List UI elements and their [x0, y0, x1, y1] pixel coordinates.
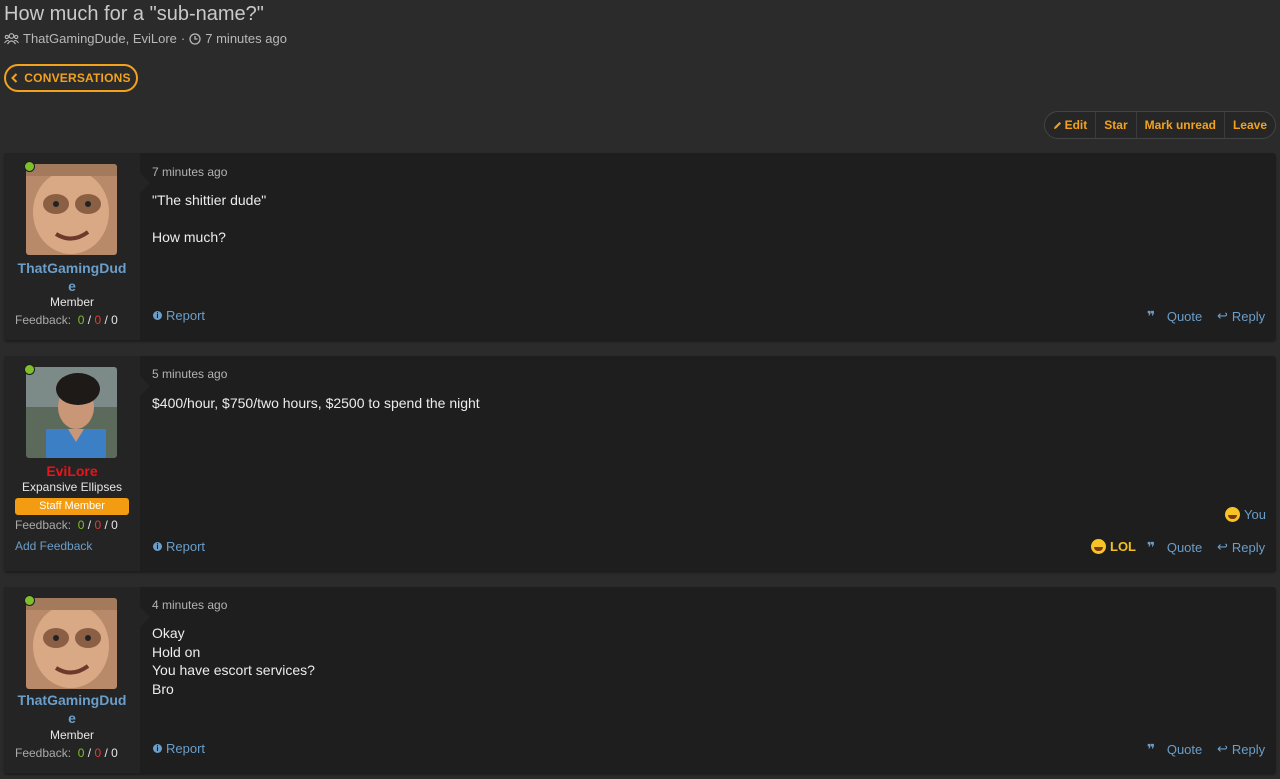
user-feedback: Feedback: 0 / 0 / 0 [15, 746, 118, 760]
users-icon [4, 32, 19, 44]
laugh-emoji-icon [1225, 507, 1240, 522]
info-icon: i [153, 744, 162, 753]
reactions-summary[interactable]: You [1225, 507, 1266, 522]
message-post: EviLore Expansive Ellipses Staff Member … [4, 356, 1276, 571]
message-line: Hold on [152, 644, 201, 660]
message-time[interactable]: 7 minutes ago [152, 165, 227, 179]
quote-button[interactable]: ❞ Quote [1147, 308, 1202, 325]
message-line: $400/hour, $750/two hours, $2500 to spen… [152, 395, 480, 411]
quote-button[interactable]: ❞ Quote [1147, 741, 1202, 758]
conversations-label: CONVERSATIONS [24, 71, 131, 85]
meta-separator: · [180, 31, 186, 46]
laugh-emoji-icon [1091, 539, 1106, 554]
quote-button[interactable]: ❞ Quote [1147, 539, 1202, 556]
user-feedback: Feedback: 0 / 0 / 0 [15, 313, 118, 327]
message-time[interactable]: 4 minutes ago [152, 598, 227, 612]
message-line: "The shittier dude" [152, 192, 267, 208]
message-user-cell: EviLore Expansive Ellipses Staff Member … [4, 356, 150, 571]
avatar[interactable] [26, 598, 117, 689]
online-indicator [24, 595, 35, 606]
avatar[interactable] [26, 367, 117, 458]
star-button[interactable]: Star [1095, 112, 1135, 138]
message-user-cell: ThatGamingDud e Member Feedback: 0 / 0 / … [4, 587, 150, 773]
staff-badge: Staff Member [15, 498, 129, 515]
reply-icon: ↩ [1217, 539, 1228, 554]
reply-button[interactable]: ↩ Reply [1217, 741, 1265, 757]
report-button[interactable]: i Report [153, 741, 205, 756]
username[interactable]: ThatGamingDud e [4, 259, 140, 295]
chevron-left-icon [11, 73, 18, 83]
mark-unread-button[interactable]: Mark unread [1135, 112, 1224, 138]
leave-button[interactable]: Leave [1223, 112, 1275, 138]
info-icon: i [153, 311, 162, 320]
user-title: Member [49, 295, 94, 309]
participants[interactable]: ThatGamingDude, EviLore [23, 31, 177, 46]
reply-icon: ↩ [1217, 308, 1228, 323]
message-line: Bro [152, 681, 174, 697]
reply-button[interactable]: ↩ Reply [1217, 308, 1265, 324]
quote-icon: ❞ [1147, 741, 1156, 757]
reply-icon: ↩ [1217, 741, 1228, 756]
page-title: How much for a "sub-name?" [4, 3, 264, 25]
message-line: How much? [152, 229, 226, 245]
clock-icon [189, 32, 201, 45]
online-indicator [24, 161, 35, 172]
avatar[interactable] [26, 164, 117, 255]
add-feedback-link[interactable]: Add Feedback [15, 539, 92, 553]
online-indicator [24, 364, 35, 375]
user-title: Expansive Ellipses [21, 480, 123, 494]
reply-button[interactable]: ↩ Reply [1217, 539, 1265, 555]
edit-button[interactable]: Edit [1045, 112, 1096, 138]
message-user-cell: ThatGamingDud e Member Feedback: 0 / 0 / … [4, 153, 150, 340]
conversation-actions: Edit Star Mark unread Leave [1043, 111, 1276, 139]
lol-reaction-button[interactable]: LOL [1091, 539, 1136, 554]
user-title: Member [49, 728, 94, 742]
thread-time: 7 minutes ago [205, 31, 287, 46]
quote-icon: ❞ [1147, 539, 1156, 555]
thread-meta: ThatGamingDude, EviLore · 7 minutes ago [4, 31, 287, 46]
user-feedback: Feedback: 0 / 0 / 0 [15, 518, 118, 532]
username[interactable]: ThatGamingDud e [4, 691, 140, 727]
info-icon: i [153, 542, 162, 551]
edit-label: Edit [1064, 118, 1088, 132]
report-button[interactable]: i Report [153, 539, 205, 554]
quote-icon: ❞ [1147, 308, 1156, 324]
message-time[interactable]: 5 minutes ago [152, 367, 227, 381]
message-line: You have escort services? [152, 662, 315, 678]
report-button[interactable]: i Report [153, 308, 205, 323]
username[interactable]: EviLore [4, 462, 140, 480]
message-post: ThatGamingDud e Member Feedback: 0 / 0 / … [4, 587, 1276, 773]
message-line: Okay [152, 625, 185, 641]
pencil-icon [1053, 121, 1061, 129]
message-post: ThatGamingDud e Member Feedback: 0 / 0 / … [4, 153, 1276, 340]
conversations-back-button[interactable]: CONVERSATIONS [4, 64, 138, 92]
